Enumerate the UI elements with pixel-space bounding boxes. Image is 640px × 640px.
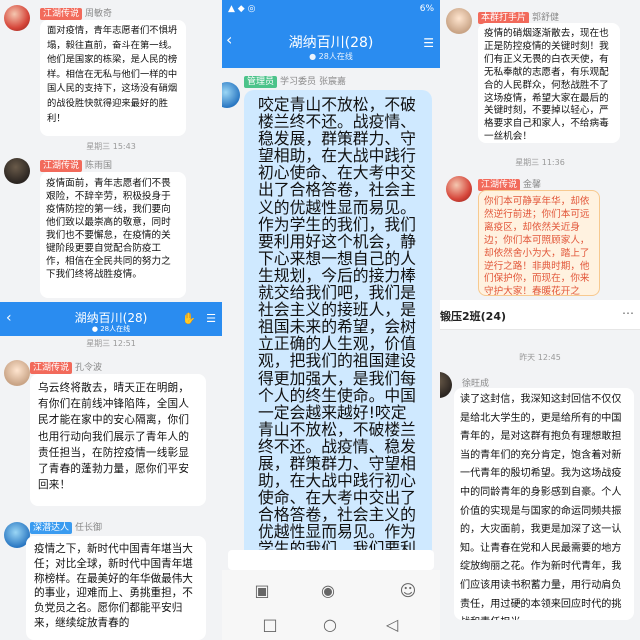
member-tag: 江湖传说 xyxy=(40,160,83,172)
online-count: ● 28人在线 xyxy=(91,325,131,333)
sender-name: 周敏奇 xyxy=(85,9,113,19)
emoji-icon[interactable]: ☺ xyxy=(398,580,418,600)
chat-title: 锻压2班(24) xyxy=(440,310,507,323)
sender-name: 郭舒健 xyxy=(532,13,560,23)
sender-name: 张宸嘉 xyxy=(319,77,347,87)
sender-info: 江湖传说 金馨 xyxy=(478,177,541,191)
input-bar[interactable] xyxy=(228,550,434,570)
message-bubble[interactable]: 乌云终将散去，晴天正在明朗，有你们在前线冲锋陷阵，全国人民才能在家中的安心隔离，… xyxy=(30,374,206,506)
sender-info: 江湖传说 孔令波 xyxy=(30,360,102,374)
group-menu-icon[interactable]: ☰ xyxy=(423,36,434,50)
signal-icon: ▲ ◆ ◎ xyxy=(228,4,256,14)
chat-panel-right-top: 本群打手片 郭舒健 疫情的硝烟逐渐散去，现在也正是防控疫情的关键时刻！我们有正义无… xyxy=(440,0,640,300)
timestamp: 星期三 15:43 xyxy=(86,142,136,151)
message-text: 乌云终将散去，晴天正在明朗，有你们在前线冲锋陷阵，全国人民才能在家中的安心隔离，… xyxy=(38,382,190,492)
member-tag: 江湖传说 xyxy=(30,362,73,374)
sender-name: 金馨 xyxy=(523,180,542,190)
sender-info: 本群打手片 郭舒健 xyxy=(478,10,559,24)
message-bubble[interactable]: 疫情面前，青年志愿者们不畏艰险，不辞辛劳，积极投身于疫情防控的第一线，我们要向他… xyxy=(40,172,186,298)
nav-square-icon[interactable]: □ xyxy=(260,614,280,634)
message-bubble[interactable]: 疫情之下，新时代中国青年堪当大任；对比全球，新时代中国青年堪称榜样。在最美好的年… xyxy=(26,536,206,640)
timestamp: 星期三 12:51 xyxy=(86,339,136,348)
sender-name: 任长御 xyxy=(75,523,103,533)
message-bubble[interactable]: 你们本可静享年华，却依然逆行前进；你们本可远离疫区，却依然关近身边；你们本可照顾… xyxy=(478,190,600,296)
chat-panel-left-bottom: ‹ 湖纳百川(28) ● 28人在线 ✋ ☰ 星期三 12:51 江湖传说 孔令波… xyxy=(0,302,222,640)
avatar[interactable] xyxy=(446,8,472,34)
chat-panel-left-top: 江湖传说 周敏奇 面对疫情，青年志愿者们不惧坍塌，毅往直前，奋斗在第一线。他们是国… xyxy=(0,0,222,302)
sender-name: 孔令波 xyxy=(75,363,103,373)
sender-info: 管理员 学习委员 张宸嘉 xyxy=(244,74,346,88)
battery-text: 6% xyxy=(419,4,434,14)
sender-info: 江湖传说 陈雨国 xyxy=(40,158,112,172)
sender-role: 学习委员 xyxy=(280,77,317,87)
timestamp: 昨天 12:45 xyxy=(519,353,561,362)
avatar[interactable] xyxy=(222,82,240,108)
avatar[interactable] xyxy=(4,360,30,386)
message-text: 疫情之下，新时代中国青年堪当大任；对比全球，新时代中国青年堪称榜样。在最美好的年… xyxy=(34,543,193,629)
avatar[interactable] xyxy=(446,176,472,202)
nav-back-icon[interactable]: ◁ xyxy=(382,614,402,634)
message-text: 你们本可静享年华，却依然逆行前进；你们本可远离疫区，却依然关近身边；你们本可照顾… xyxy=(484,196,590,296)
status-bar: ▲ ◆ ◎ 6% xyxy=(228,4,434,18)
avatar[interactable] xyxy=(440,372,452,398)
message-text: 面对疫情，青年志愿者们不惧坍塌，毅往直前，奋斗在第一线。他们是国家的栋梁，是人民… xyxy=(47,25,178,124)
hand-icon[interactable]: ✋ xyxy=(182,312,196,325)
app-header: ‹ 湖纳百川(28) ● 28人在线 ✋ ☰ xyxy=(0,302,222,336)
chat-title: 湖纳百川(28) xyxy=(288,35,374,51)
message-bubble[interactable]: 面对疫情，青年志愿者们不惧坍塌，毅往直前，奋斗在第一线。他们是国家的栋梁，是人民… xyxy=(40,20,186,136)
admin-tag: 管理员 xyxy=(244,76,278,88)
chat-panel-right-bottom: 锻压2班(24) ⋯ 昨天 12:45 徐旺成 读了这封信，我深知这封回信不仅仅… xyxy=(440,300,640,640)
message-bubble[interactable]: 读了这封信，我深知这封回信不仅仅是给北大学生的，更是给所有的中国青年的，是对这群… xyxy=(454,388,634,620)
sender-info: 江湖传说 周敏奇 xyxy=(40,6,112,20)
chat-panel-center: ▲ ◆ ◎ 6% ‹ 湖纳百川(28) ● 28人在线 ☰ 管理员 学习委员 张宸嘉… xyxy=(222,0,440,640)
member-tag: 深潜达人 xyxy=(30,522,73,534)
more-options-icon[interactable]: ⋯ xyxy=(622,306,634,320)
online-count: ● 28人在线 xyxy=(309,52,353,61)
image-icon[interactable]: ▣ xyxy=(252,580,272,600)
member-tag: 江湖传说 xyxy=(40,8,83,20)
avatar[interactable] xyxy=(4,158,30,184)
message-bubble[interactable]: 疫情的硝烟逐渐散去，现在也正是防控疫情的关键时刻！我们有正义无畏的白衣天使，有无… xyxy=(478,23,620,143)
nav-home-icon[interactable]: ○ xyxy=(320,614,340,634)
group-menu-icon[interactable]: ☰ xyxy=(206,312,216,325)
app-header: ▲ ◆ ◎ 6% ‹ 湖纳百川(28) ● 28人在线 ☰ xyxy=(222,0,440,68)
toolbar: ▣ ◉ ☺ □ ○ ◁ xyxy=(222,570,440,640)
camera-icon[interactable]: ◉ xyxy=(318,580,338,600)
message-text: 疫情的硝烟逐渐散去，现在也正是防控疫情的关键时刻！我们有正义无畏的白衣天使，有无… xyxy=(484,28,609,143)
message-text: 读了这封信，我深知这封回信不仅仅是给北大学生的，更是给所有的中国青年的，是对这群… xyxy=(460,394,622,620)
avatar[interactable] xyxy=(4,5,30,31)
sender-name: 陈雨国 xyxy=(85,161,113,171)
message-bubble[interactable]: 咬定青山不放松，不破楼兰终不还。战疫情、稳发展，群策群力、守望相助，在大战中践行… xyxy=(244,90,432,560)
message-text: 咬定青山不放松，不破楼兰终不还。战疫情、稳发展，群策群力、守望相助，在大战中践行… xyxy=(258,95,416,560)
message-text: 疫情面前，青年志愿者们不畏艰险，不辞辛劳，积极投身于疫情防控的第一线，我们要向他… xyxy=(46,178,171,280)
timestamp: 星期三 11:36 xyxy=(515,158,565,167)
sender-info: 深潜达人 任长御 xyxy=(30,520,102,534)
chat-header: 锻压2班(24) ⋯ xyxy=(440,300,640,330)
